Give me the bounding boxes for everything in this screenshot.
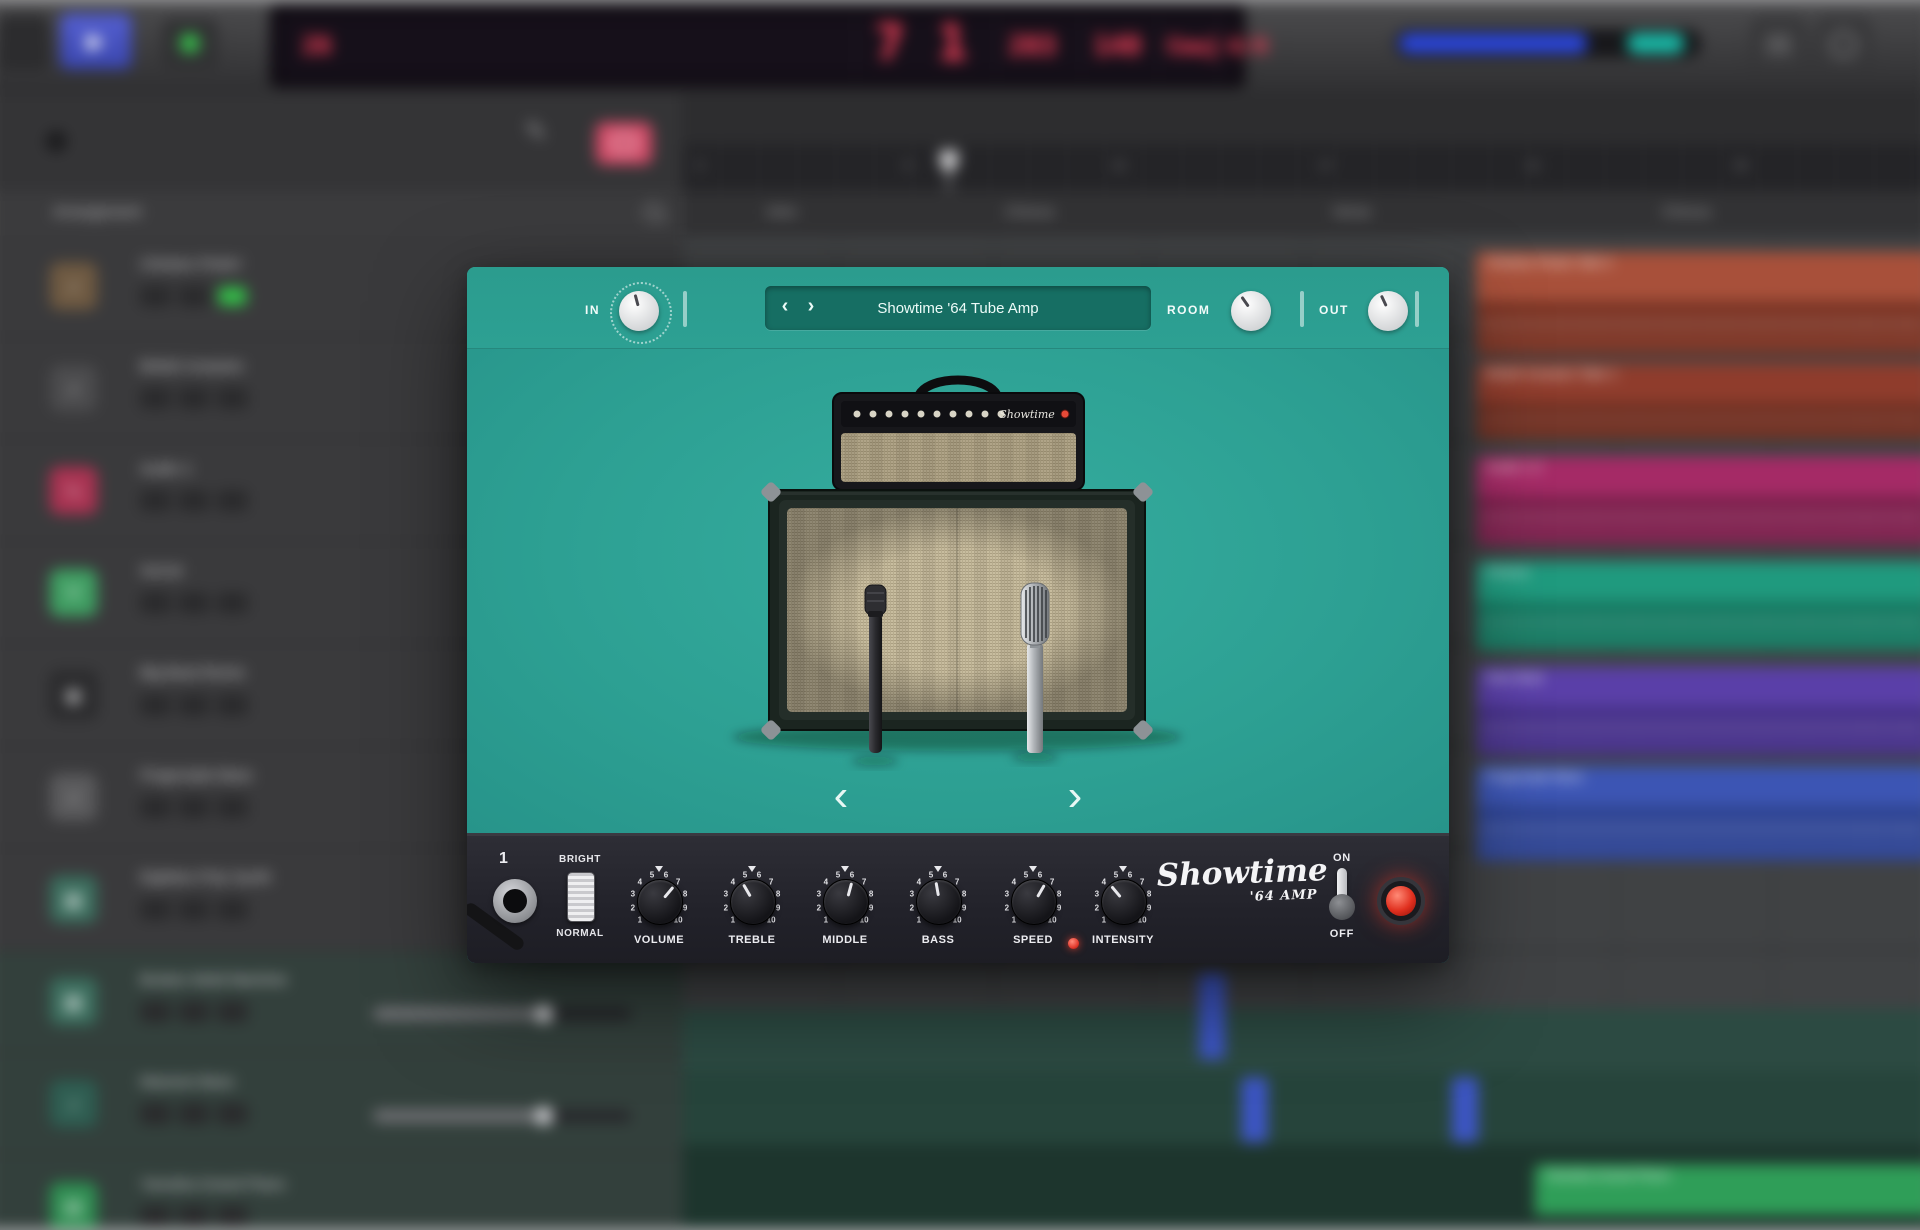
power-on-label: ON: [1332, 852, 1352, 864]
room-knob-rotation: [1223, 283, 1279, 339]
region-label: British Invasion Take 1: [1486, 366, 1618, 382]
region[interactable]: [1476, 401, 1920, 440]
region[interactable]: [1476, 494, 1920, 546]
region[interactable]: Chorus: [1476, 561, 1920, 600]
out-knob[interactable]: [1368, 291, 1408, 331]
room-knob-pointer: [1240, 296, 1250, 308]
region-label: Chorus: [1486, 564, 1529, 580]
knob-pointer: [741, 883, 752, 898]
amp-control-panel: 1 BRIGHT NORMAL 1 2 3 4 5 6 7 8 9 10 VOLUME 1 2 3 4 5 6 7…: [467, 833, 1449, 963]
header-divider: [683, 291, 687, 327]
knob-bass[interactable]: 1 2 3 4 5 6 7 8 9 10 BASS: [892, 842, 984, 960]
knob-pointer: [934, 882, 940, 897]
knob-scale-number: 4: [637, 877, 643, 887]
knob-top-mark: [934, 866, 942, 872]
knob-body: [916, 879, 962, 925]
in-label: IN: [585, 303, 600, 317]
header-divider: [1415, 291, 1419, 327]
region[interactable]: [1476, 599, 1920, 651]
knob-top-mark: [841, 866, 849, 872]
preset-selector[interactable]: ‹ › Showtime '64 Tube Amp: [765, 286, 1151, 330]
knob-top-mark: [748, 866, 756, 872]
region-label: Yamaha Grand Piano: [1544, 1167, 1671, 1183]
region[interactable]: New Beat: [1476, 666, 1920, 706]
region-label: New Beat: [1486, 669, 1544, 685]
out-label: OUT: [1319, 303, 1349, 317]
knob-top-mark: [1029, 866, 1037, 872]
region-label: Audio 1-2: [1486, 459, 1543, 475]
region[interactable]: [1476, 804, 1920, 861]
power-lamp: [1377, 877, 1425, 925]
region[interactable]: Chicken Pickin' Niki 4: [1476, 251, 1920, 301]
room-label: ROOM: [1167, 303, 1211, 317]
region[interactable]: [1476, 705, 1920, 756]
knob-scale-number: 8: [961, 889, 967, 899]
amp-stage: Showtime ‹ ›: [467, 349, 1449, 833]
knob-scale-number: 9: [868, 903, 874, 913]
knob-scale-number: 5: [928, 870, 934, 880]
region[interactable]: [1241, 1077, 1268, 1143]
knob-pointer: [1035, 883, 1046, 898]
knob-scale-number: 6: [1037, 870, 1043, 880]
knob-scale-number: 4: [1101, 877, 1107, 887]
region[interactable]: [1451, 1077, 1479, 1143]
knob-treble[interactable]: 1 2 3 4 5 6 7 8 9 10 TREBLE: [706, 842, 798, 960]
room-knob[interactable]: [1231, 291, 1271, 331]
knob-body: [1011, 879, 1057, 925]
amp-logo: Showtime '64 AMP: [1156, 852, 1328, 908]
out-knob-rotation: [1361, 284, 1414, 337]
knob-scale-number: 8: [775, 889, 781, 899]
knob-rotation: [914, 877, 965, 928]
knob-scale-number: 6: [849, 870, 855, 880]
region[interactable]: Audio 1-2: [1476, 456, 1920, 495]
knob-intensity[interactable]: 1 2 3 4 5 6 7 8 9 10 INTENSITY: [1077, 842, 1169, 960]
knob-scale-number: 1: [730, 915, 736, 925]
knob-scale-number: 3: [909, 889, 915, 899]
power-toggle[interactable]: [1326, 868, 1358, 924]
knob-middle[interactable]: 1 2 3 4 5 6 7 8 9 10 MIDDLE: [799, 842, 891, 960]
knob-scale-number: 5: [742, 870, 748, 880]
next-model-button[interactable]: ›: [1053, 767, 1097, 827]
knob-body: [823, 879, 869, 925]
plugin-title: Showtime '64 Tube Amp: [877, 299, 1039, 317]
knob-pointer: [846, 882, 853, 897]
amp-graphic: Showtime: [732, 375, 1182, 766]
amp-head-logo: Showtime: [999, 408, 1055, 421]
region-label: Fingerstyle Bass: [1486, 768, 1584, 785]
power-off-label: OFF: [1329, 928, 1355, 940]
in-knob-pointer: [633, 294, 640, 307]
out-knob-pointer: [1379, 294, 1388, 308]
knob-scale-number: 1: [637, 915, 643, 925]
knob-pointer: [1109, 885, 1122, 899]
knob-body: [730, 879, 776, 925]
power-toggle-base: [1329, 894, 1355, 920]
prev-model-button[interactable]: ‹: [819, 767, 863, 827]
knob-volume[interactable]: 1 2 3 4 5 6 7 8 9 10 VOLUME: [613, 842, 705, 960]
region-label: Chicken Pickin' Niki 4: [1486, 254, 1612, 270]
region[interactable]: Fingerstyle Bass: [1476, 765, 1920, 805]
knob-pointer: [662, 885, 675, 899]
in-knob[interactable]: [619, 291, 659, 331]
header-divider: [1300, 291, 1304, 327]
knob-scale-number: 4: [730, 877, 736, 887]
region[interactable]: British Invasion Take 1: [1476, 363, 1920, 402]
knob-scale-number: 2: [909, 903, 915, 913]
tremolo-led: [1068, 938, 1079, 949]
knob-scale-number: 2: [723, 903, 729, 913]
region[interactable]: [1476, 300, 1920, 355]
knob-label: INTENSITY: [1092, 934, 1154, 946]
knob-body: [1101, 879, 1147, 925]
screen: ▶ 26 7 1 203 140 Cmaj 4/4 ✎ 5 9 13 17 21…: [0, 0, 1920, 1230]
amp-plugin-window[interactable]: IN ‹ › Showtime '64 Tube Amp ROOM OUT Sh…: [467, 267, 1449, 963]
knob-scale-number: 4: [1011, 877, 1017, 887]
knob-body: [637, 879, 683, 925]
region[interactable]: [1198, 972, 1226, 1060]
knob-scale-number: 3: [1004, 889, 1010, 899]
plugin-header: IN ‹ › Showtime '64 Tube Amp ROOM OUT: [467, 267, 1449, 349]
knob-scale-number: 3: [816, 889, 822, 899]
region[interactable]: Yamaha Grand Piano: [1534, 1164, 1920, 1216]
knob-scale-number: 1: [1101, 915, 1107, 925]
